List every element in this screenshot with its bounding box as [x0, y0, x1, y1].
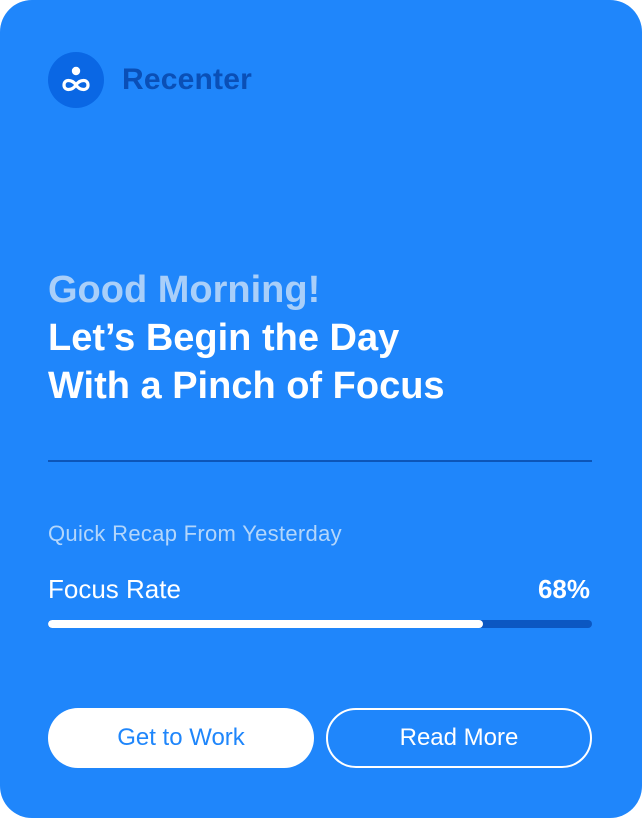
focus-rate-value: 68%: [537, 574, 590, 604]
get-to-work-button[interactable]: Get to Work: [48, 708, 314, 768]
greeting-text: Good Morning!: [48, 269, 321, 311]
app-name: Recenter: [122, 63, 252, 96]
recap-caption: Quick Recap From Yesterday: [48, 521, 342, 546]
tagline-line-1: Let’s Begin the Day: [48, 317, 400, 359]
tagline-line-2: With a Pinch of Focus: [48, 365, 445, 407]
read-more-button[interactable]: Read More: [326, 708, 592, 768]
focus-progress-bar: [48, 620, 592, 628]
infinity-person-icon: [48, 52, 104, 108]
headline: Good Morning! Let’s Begin the Day With a…: [48, 266, 608, 410]
focus-card: Recenter Good Morning! Let’s Begin the D…: [0, 0, 642, 818]
divider: [48, 460, 592, 462]
brand-header: Recenter: [48, 52, 252, 108]
focus-progress-fill: [48, 620, 484, 628]
focus-rate-label: Focus Rate: [48, 574, 181, 604]
focus-rate-row: Focus Rate 68%: [48, 572, 592, 608]
